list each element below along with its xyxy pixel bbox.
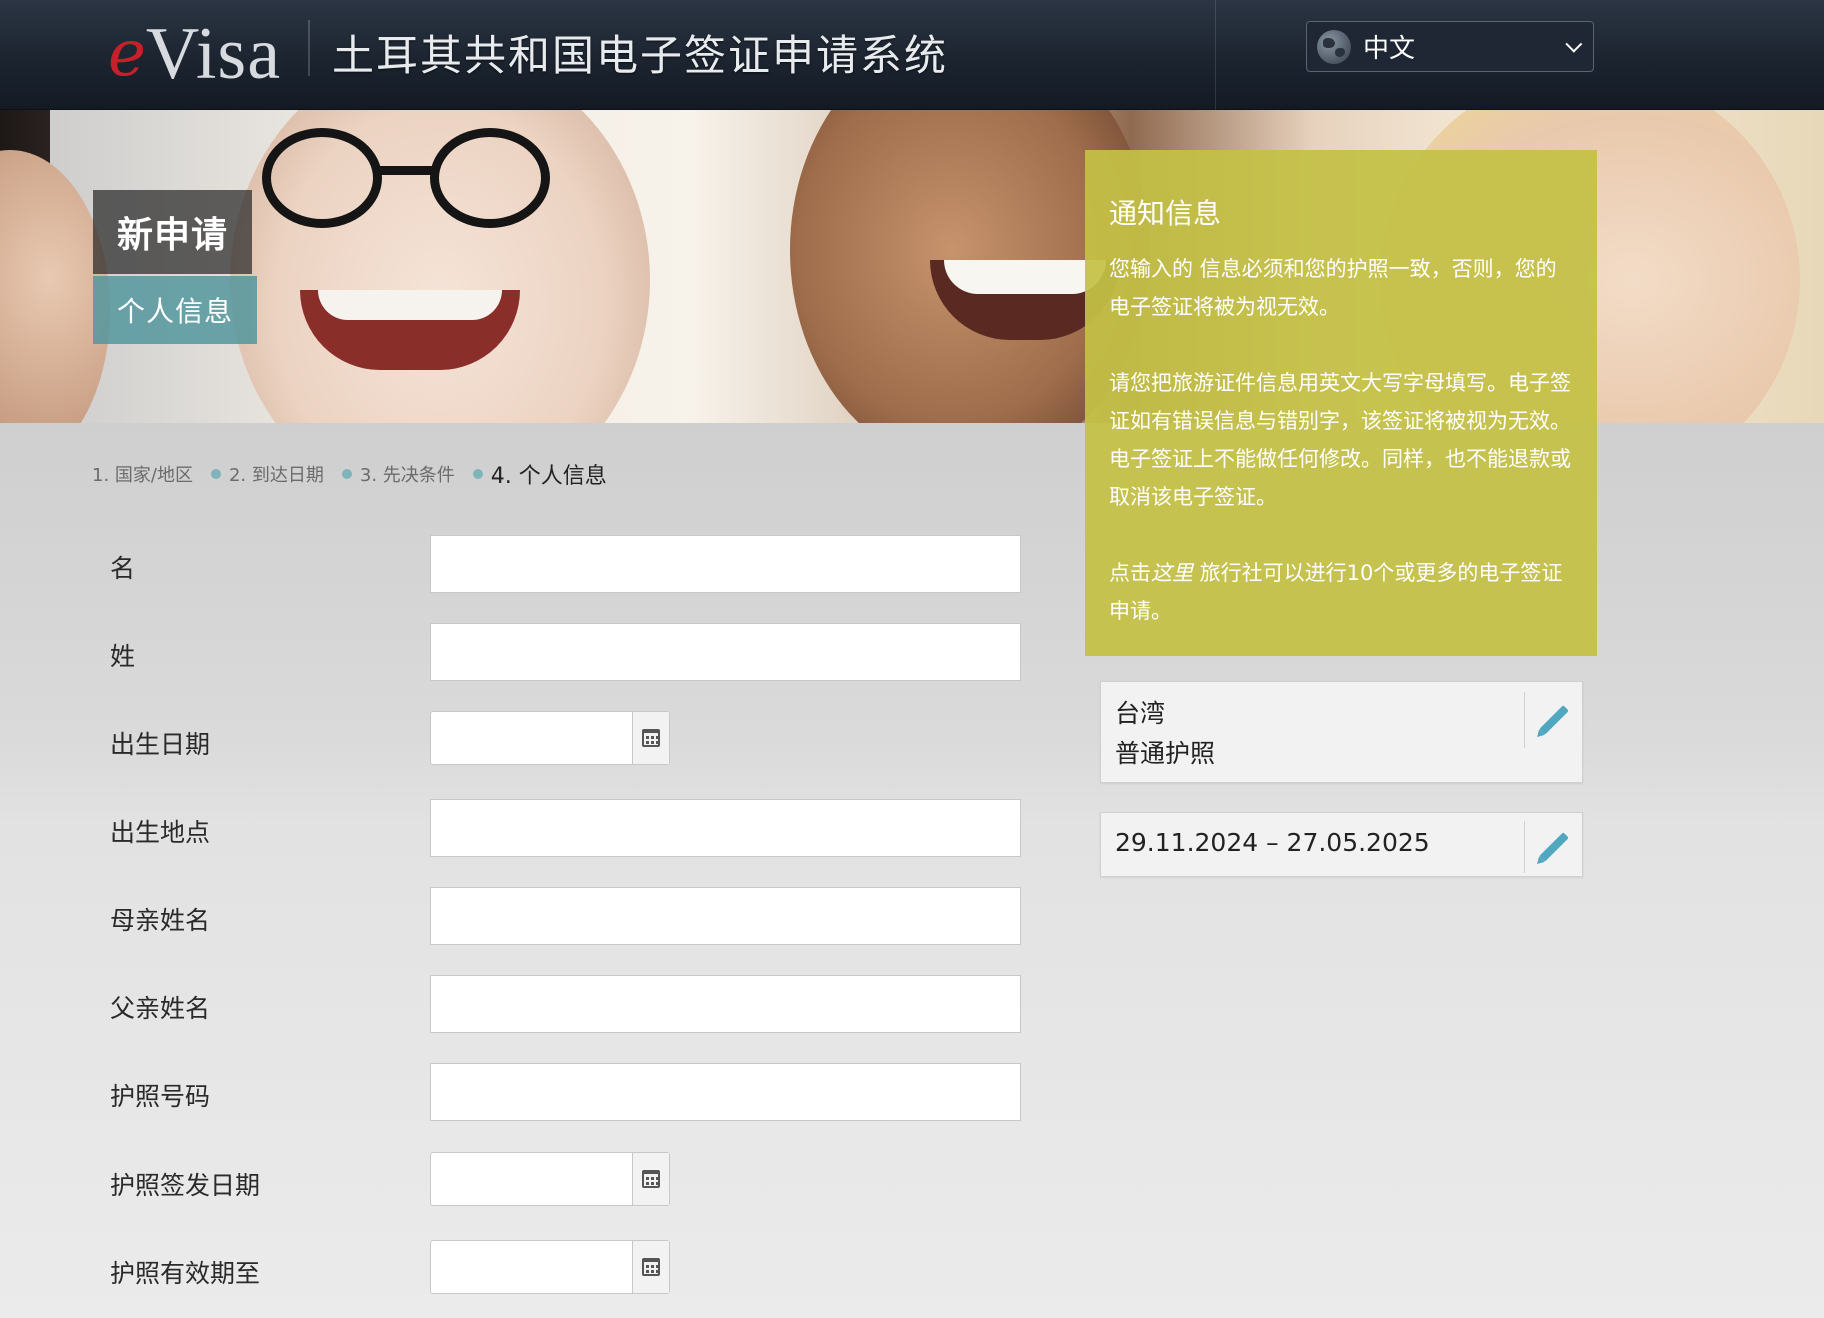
step-label: 1. 国家/地区 [92,465,193,486]
passport-expiry-input[interactable] [431,1241,632,1293]
passport-issue-date-input[interactable] [431,1153,632,1205]
passport-issue-date-row: 护照签发日期 [0,1152,1040,1212]
passport-expiry-label: 护照有效期至 [110,1259,261,1288]
given-name-label: 名 [110,554,136,583]
passport-issue-date-label: 护照签发日期 [110,1171,261,1200]
notice-paragraph-3-prefix: 点击 [1109,561,1151,585]
passport-expiry-field [430,1240,670,1294]
hero-photo-glasses-bridge [376,166,438,175]
surname-row: 姓 [0,623,1040,683]
passport-number-input[interactable] [430,1063,1021,1121]
mother-name-row: 母亲姓名 [0,887,1040,947]
agency-link[interactable]: 这里 [1151,561,1193,585]
birth-date-field [430,711,670,765]
hero-photo-glasses-left [262,128,382,228]
notice-title: 通知信息 [1109,197,1222,230]
travel-dates-card: 29.11.2024 – 27.05.2025 [1100,812,1583,877]
calendar-icon [642,1258,660,1276]
notice-paragraph-3: 点击这里 旅行社可以进行10个或更多的电子签证申请。 [1109,554,1575,630]
page-subtitle: 个人信息 [117,295,234,328]
header-separator [1215,0,1216,110]
chevron-down-icon [1565,35,1583,53]
logo-divider [308,20,310,76]
pencil-icon [1538,832,1569,862]
passport-issue-date-picker-button[interactable] [632,1153,669,1205]
notice-paragraph-1: 您输入的 信息必须和您的护照一致，否则，您的电子签证将被为视无效。 [1109,257,1557,319]
birth-date-input[interactable] [431,712,632,764]
calendar-icon [642,1170,660,1188]
step-personal-info: 4. 个人信息 [455,458,607,490]
passport-issue-date-field [430,1152,670,1206]
pencil-icon [1538,705,1569,735]
progress-steps: 1. 国家/地区 2. 到达日期 3. 先决条件 4. 个人信息 [92,458,607,490]
mother-name-label: 母亲姓名 [110,906,211,935]
step-prerequisites[interactable]: 3. 先决条件 [324,461,455,487]
logo-e: e [108,17,146,91]
hero-photo-glasses-right [430,128,550,228]
summary-date-range: 29.11.2024 – 27.05.2025 [1115,828,1430,857]
given-name-row: 名 [0,535,1040,595]
language-label: 中文 [1363,34,1416,64]
step-dot [472,469,483,479]
calendar-icon [642,729,660,747]
surname-input[interactable] [430,623,1021,681]
site-title: 土耳其共和国电子签证申请系统 [332,31,949,80]
notice-panel: 通知信息 您输入的 信息必须和您的护照一致，否则，您的电子签证将被为视无效。 请… [1085,150,1597,656]
birth-place-row: 出生地点 [0,799,1040,859]
surname-label: 姓 [110,642,136,671]
summary-country: 台湾 [1115,699,1166,728]
birth-date-picker-button[interactable] [632,712,669,764]
page-title: 新申请 [117,215,229,256]
father-name-label: 父亲姓名 [110,994,211,1023]
step-label: 4. 个人信息 [490,464,607,489]
step-dot [210,469,221,479]
step-dot [341,469,352,479]
language-select[interactable]: 中文 [1306,21,1594,72]
passport-expiry-picker-button[interactable] [632,1241,669,1293]
father-name-row: 父亲姓名 [0,975,1040,1035]
notice-paragraph-2: 请您把旅游证件信息用英文大写字母填写。电子签证如有错误信息与错别字，该签证将被视… [1109,371,1571,509]
passport-number-label: 护照号码 [110,1082,211,1111]
logo-visa: Visa [145,13,282,95]
step-arrival-date[interactable]: 2. 到达日期 [193,461,324,487]
country-document-card: 台湾 普通护照 [1100,681,1583,783]
mother-name-input[interactable] [430,887,1021,945]
evisa-logo[interactable]: e Visa [108,8,281,100]
summary-document-type: 普通护照 [1115,739,1216,768]
step-label: 2. 到达日期 [228,465,324,486]
page-subtitle-box: 个人信息 [93,276,258,344]
step-label: 3. 先决条件 [359,465,455,486]
birth-date-row: 出生日期 [0,711,1040,771]
page-title-box: 新申请 [93,190,253,274]
step-country[interactable]: 1. 国家/地区 [92,461,193,487]
birth-place-label: 出生地点 [110,818,211,847]
passport-number-row: 护照号码 [0,1063,1040,1123]
birth-place-input[interactable] [430,799,1021,857]
site-header: e Visa 土耳其共和国电子签证申请系统 中文 [0,0,1824,110]
edit-dates-button[interactable] [1524,821,1582,873]
globe-icon [1317,29,1351,64]
father-name-input[interactable] [430,975,1021,1033]
passport-expiry-row: 护照有效期至 [0,1240,1040,1300]
given-name-input[interactable] [430,535,1021,593]
birth-date-label: 出生日期 [110,730,211,759]
edit-country-button[interactable] [1524,692,1582,748]
